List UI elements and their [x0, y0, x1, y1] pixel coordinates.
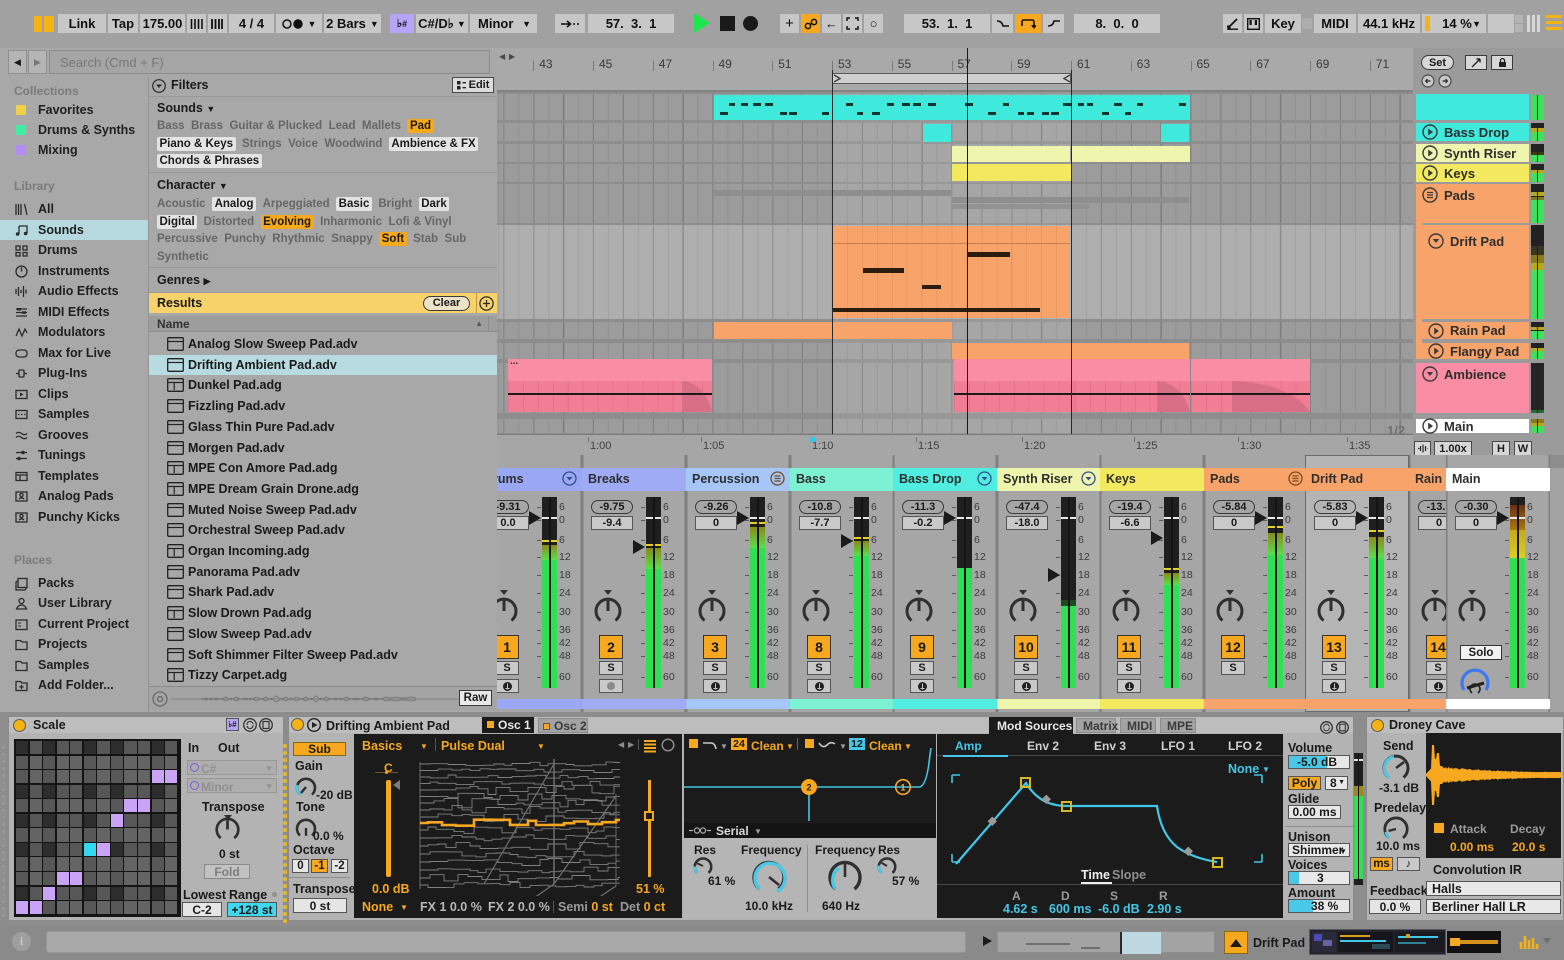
svg-text:1: 1: [900, 783, 905, 793]
svg-text:2: 2: [806, 783, 811, 793]
